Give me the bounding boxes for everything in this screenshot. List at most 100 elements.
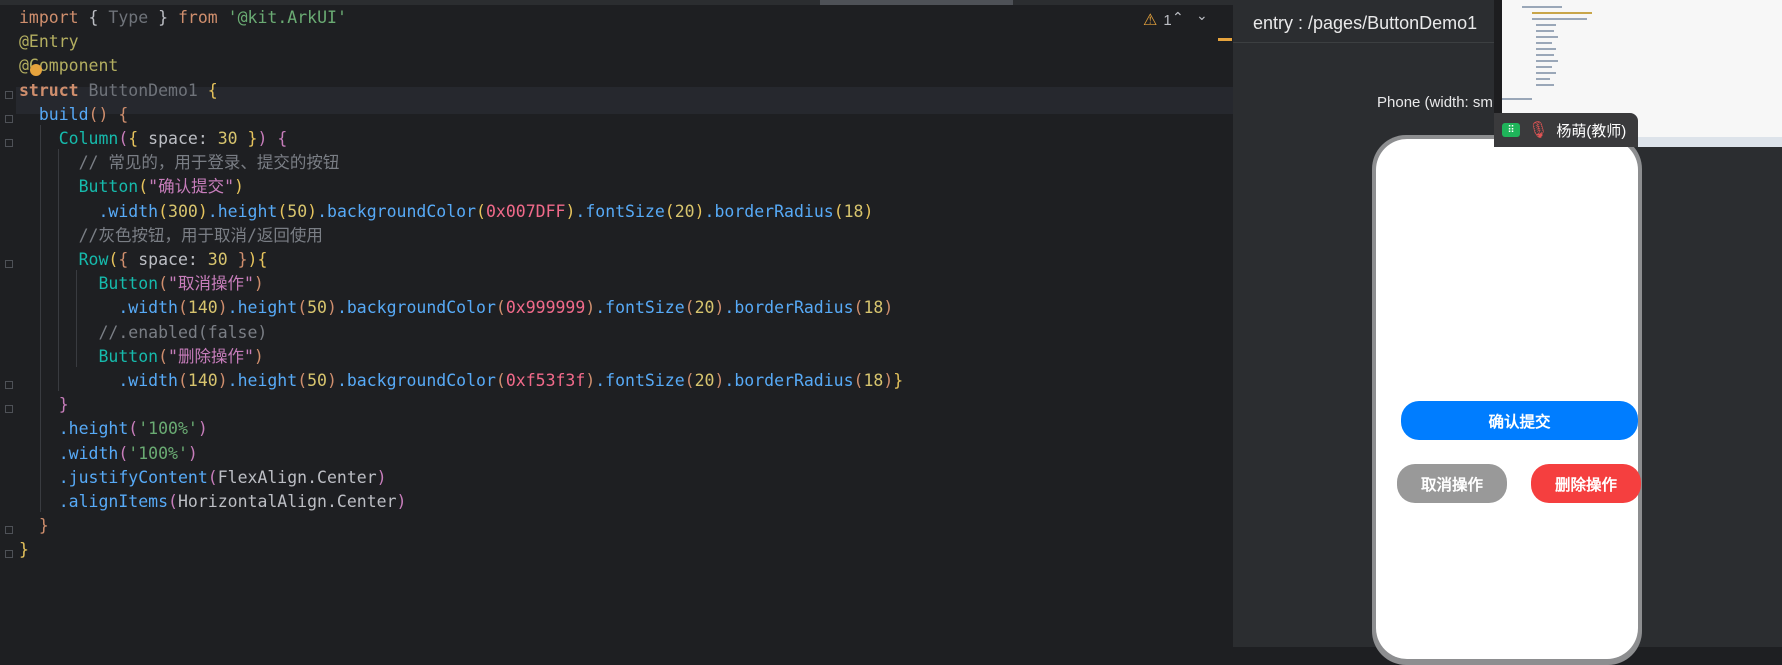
code-token: ( (118, 129, 129, 148)
code-token: { (78, 8, 109, 27)
code-token: '@kit.ArkUI' (227, 8, 347, 27)
code-token: ) (883, 298, 894, 318)
code-line[interactable]: //.enabled(false) (19, 319, 267, 346)
code-line[interactable]: .width(140).height(50).backgroundColor(0… (19, 367, 903, 394)
code-token: ( (158, 346, 169, 366)
code-line[interactable]: .justifyContent(FlexAlign.Center) (19, 464, 387, 491)
code-token: ) (253, 346, 264, 366)
code-line[interactable]: Column({ space: 30 }) { (19, 125, 288, 152)
code-token: //.enabled(false) (98, 322, 268, 342)
code-token: ) (863, 201, 874, 221)
code-token: ( (158, 274, 169, 294)
fold-marker-icon[interactable] (5, 405, 13, 414)
code-line[interactable]: Button("删除操作") (19, 343, 264, 370)
fold-marker-icon[interactable] (5, 260, 13, 268)
code-token: ) (197, 201, 208, 221)
code-line[interactable]: .width(300).height(50).backgroundColor(0… (19, 198, 873, 225)
fold-marker-icon[interactable] (5, 114, 13, 123)
code-token: .width (118, 298, 178, 318)
code-token: ) (327, 371, 337, 390)
fold-marker-icon[interactable] (5, 550, 13, 559)
code-token: from (177, 8, 218, 27)
code-line[interactable]: .width(140).height(50).backgroundColor(0… (19, 294, 893, 321)
code-token: } (247, 129, 258, 148)
code-token: ( (833, 201, 844, 221)
chevron-up-icon[interactable]: ⌃ (1172, 10, 1184, 26)
code-line[interactable]: .alignItems(HorizontalAlign.Center) (19, 488, 407, 515)
code-token: ( (108, 250, 119, 269)
code-token: ( (853, 298, 864, 318)
code-token: 18 (843, 201, 864, 221)
code-token: { (277, 129, 288, 148)
signal-icon: ⠿ (1502, 123, 1520, 137)
code-token: ( (297, 371, 308, 390)
cancel-operation-button[interactable]: 取消操作 (1397, 464, 1507, 503)
code-line[interactable]: } (19, 391, 69, 418)
code-line[interactable]: Row({ space: 30 }){ (19, 246, 268, 273)
code-token: 140 (187, 371, 218, 390)
fold-marker-icon[interactable] (5, 381, 13, 389)
code-token: ) (247, 250, 258, 269)
code-token: 20 (694, 371, 715, 390)
code-token: .alignItems (58, 492, 169, 511)
code-token: () (88, 104, 109, 124)
indent-guide (76, 270, 77, 367)
code-token: ( (168, 492, 178, 511)
code-token: build (38, 104, 89, 124)
code-line[interactable]: build() { (19, 101, 128, 128)
code-token: ) (327, 298, 337, 318)
code-token: ) (217, 298, 228, 318)
code-editor[interactable]: import { Type } from '@kit.ArkUI' @Entry @… (0, 0, 1233, 647)
code-token: { (257, 250, 268, 269)
code-token: 140 (187, 298, 218, 318)
code-line[interactable]: import { Type } from '@kit.ArkUI' (19, 4, 347, 31)
intention-bulb-icon[interactable] (30, 64, 42, 76)
scrollbar-thumb[interactable] (820, 0, 1013, 5)
warning-stripe-marker[interactable] (1218, 38, 1232, 41)
code-token: ( (297, 298, 308, 318)
code-token: .height (227, 298, 298, 318)
code-token: ) (197, 419, 208, 439)
code-line[interactable]: } (19, 512, 49, 539)
code-token: ( (118, 443, 129, 463)
code-line[interactable]: struct ButtonDemo1 { (19, 77, 218, 104)
code-token: ( (277, 201, 288, 221)
code-line[interactable]: .height('100%') (19, 415, 208, 442)
code-token: .fontSize (595, 371, 685, 390)
code-line[interactable]: //灰色按钮，用于取消/返回使用 (19, 222, 323, 249)
code-token: @Entry (19, 32, 79, 52)
code-token: ( (684, 298, 695, 318)
code-token: ) (234, 177, 244, 197)
code-line[interactable]: @Entry (19, 28, 79, 55)
inspection-widget[interactable]: ⚠ 1 (1143, 10, 1172, 30)
confirm-submit-button[interactable]: 确认提交 (1401, 401, 1638, 440)
code-line[interactable]: .width('100%') (19, 440, 198, 467)
code-line[interactable]: Button("取消操作") (19, 270, 263, 297)
mic-muted-icon[interactable]: 🎙 (1528, 120, 1548, 140)
code-token: ( (684, 371, 695, 390)
fold-marker-icon[interactable] (5, 90, 13, 99)
code-line[interactable]: } (19, 536, 29, 563)
code-token: 300 (168, 201, 198, 221)
code-line[interactable]: Button("确认提交") (19, 173, 244, 200)
code-token: .height (58, 419, 129, 439)
participant-nameplate: ⠿ 🎙 杨萌(教师) (1494, 113, 1638, 147)
chevron-down-icon[interactable]: ⌄ (1196, 8, 1208, 24)
code-token: ) (396, 492, 407, 511)
code-token: .fontSize (595, 298, 685, 318)
phone-screen: 确认提交 取消操作 删除操作 (1376, 139, 1641, 659)
code-line[interactable]: // 常见的，用于登录、提交的按钮 (19, 149, 340, 176)
fold-marker-icon[interactable] (5, 526, 13, 535)
warning-icon: ⚠ (1143, 12, 1158, 29)
delete-operation-button[interactable]: 删除操作 (1531, 464, 1641, 503)
fold-marker-icon[interactable] (5, 139, 13, 147)
code-token: Button (78, 177, 139, 197)
